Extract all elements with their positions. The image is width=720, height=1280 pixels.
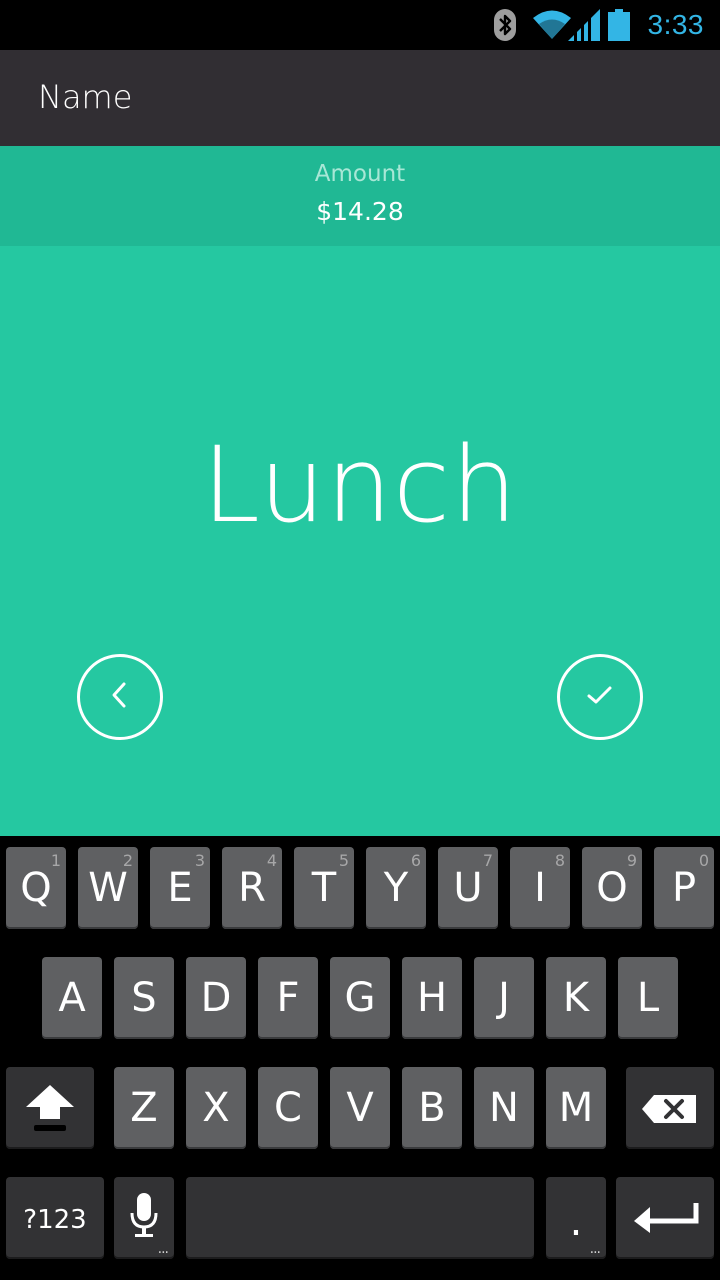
backspace-key[interactable] bbox=[626, 1067, 714, 1149]
backspace-icon bbox=[642, 1095, 698, 1127]
key-a[interactable]: A bbox=[42, 957, 102, 1039]
key-o[interactable]: 9O bbox=[582, 847, 642, 929]
key-m[interactable]: M bbox=[546, 1067, 606, 1149]
key-label: V bbox=[346, 1085, 374, 1131]
key-label: L bbox=[636, 975, 660, 1021]
key-g[interactable]: G bbox=[330, 957, 390, 1039]
key-label: O bbox=[596, 865, 628, 911]
key-l[interactable]: L bbox=[618, 957, 678, 1039]
key-label: Y bbox=[383, 865, 409, 911]
key-label: T bbox=[311, 865, 337, 911]
amount-label: Amount bbox=[314, 161, 406, 187]
key-label: E bbox=[167, 865, 193, 911]
microphone-icon bbox=[129, 1193, 159, 1243]
signal-icon bbox=[567, 9, 600, 41]
key-v[interactable]: V bbox=[330, 1067, 390, 1149]
key-label: X bbox=[202, 1085, 230, 1131]
key-i[interactable]: 8I bbox=[510, 847, 570, 929]
key-label: M bbox=[558, 1085, 594, 1131]
space-key[interactable] bbox=[186, 1177, 534, 1259]
key-w[interactable]: 2W bbox=[78, 847, 138, 929]
bluetooth-icon bbox=[493, 9, 516, 41]
key-t[interactable]: 5T bbox=[294, 847, 354, 929]
wifi-icon bbox=[532, 9, 572, 41]
key-x[interactable]: X bbox=[186, 1067, 246, 1149]
key-r[interactable]: 4R bbox=[222, 847, 282, 929]
amount-value: $14.28 bbox=[316, 197, 404, 226]
key-c[interactable]: C bbox=[258, 1067, 318, 1149]
key-label: R bbox=[238, 865, 266, 911]
key-label: G bbox=[344, 975, 376, 1021]
key-e[interactable]: 3E bbox=[150, 847, 210, 929]
key-label: Z bbox=[130, 1085, 158, 1131]
key-k[interactable]: K bbox=[546, 957, 606, 1039]
more-indicator: ... bbox=[157, 1241, 169, 1257]
key-b[interactable]: B bbox=[402, 1067, 462, 1149]
voice-input-key[interactable]: ... bbox=[114, 1177, 174, 1259]
key-h[interactable]: H bbox=[402, 957, 462, 1039]
shift-key[interactable] bbox=[6, 1067, 94, 1149]
key-j[interactable]: J bbox=[474, 957, 534, 1039]
key-z[interactable]: Z bbox=[114, 1067, 174, 1149]
enter-key[interactable] bbox=[616, 1177, 714, 1259]
chevron-left-icon bbox=[108, 680, 132, 715]
more-indicator: ... bbox=[589, 1241, 601, 1257]
confirm-button[interactable] bbox=[557, 654, 643, 740]
key-y[interactable]: 6Y bbox=[366, 847, 426, 929]
key-n[interactable]: N bbox=[474, 1067, 534, 1149]
key-p[interactable]: 0P bbox=[654, 847, 714, 929]
amount-summary: Amount $14.28 bbox=[0, 146, 720, 246]
soft-keyboard: 1Q 2W 3E 4R 5T 6Y 7U 8I 9O 0P A S D F G … bbox=[0, 836, 720, 1280]
key-label: J bbox=[498, 975, 510, 1021]
name-entry-panel: Lunch bbox=[0, 246, 720, 836]
key-f[interactable]: F bbox=[258, 957, 318, 1039]
enter-icon bbox=[632, 1201, 700, 1239]
key-d[interactable]: D bbox=[186, 957, 246, 1039]
key-label: C bbox=[274, 1085, 302, 1131]
key-label: Q bbox=[20, 865, 52, 911]
key-label: D bbox=[200, 975, 232, 1021]
key-label: H bbox=[416, 975, 448, 1021]
key-label: S bbox=[131, 975, 157, 1021]
key-label: P bbox=[671, 865, 697, 911]
key-s[interactable]: S bbox=[114, 957, 174, 1039]
check-icon bbox=[585, 683, 615, 712]
key-label: K bbox=[562, 975, 590, 1021]
clock: 3:33 bbox=[647, 9, 704, 40]
key-label: . bbox=[569, 1199, 583, 1245]
status-bar: 3:33 bbox=[0, 0, 720, 50]
key-label: N bbox=[489, 1085, 519, 1131]
key-q[interactable]: 1Q bbox=[6, 847, 66, 929]
key-label: U bbox=[453, 865, 483, 911]
key-label: A bbox=[58, 975, 86, 1021]
action-bar: Name bbox=[0, 50, 720, 146]
key-label: W bbox=[88, 865, 128, 911]
key-label: ?123 bbox=[23, 1205, 87, 1235]
back-button[interactable] bbox=[77, 654, 163, 740]
key-label: F bbox=[276, 975, 300, 1021]
key-label: B bbox=[418, 1085, 446, 1131]
name-input[interactable]: Lunch bbox=[0, 424, 720, 546]
screen-title: Name bbox=[38, 78, 133, 116]
key-u[interactable]: 7U bbox=[438, 847, 498, 929]
key-label: I bbox=[534, 865, 546, 911]
symbols-key[interactable]: ?123 bbox=[6, 1177, 104, 1259]
period-key[interactable]: . ... bbox=[546, 1177, 606, 1259]
battery-icon bbox=[607, 9, 630, 41]
shift-icon bbox=[24, 1083, 76, 1137]
